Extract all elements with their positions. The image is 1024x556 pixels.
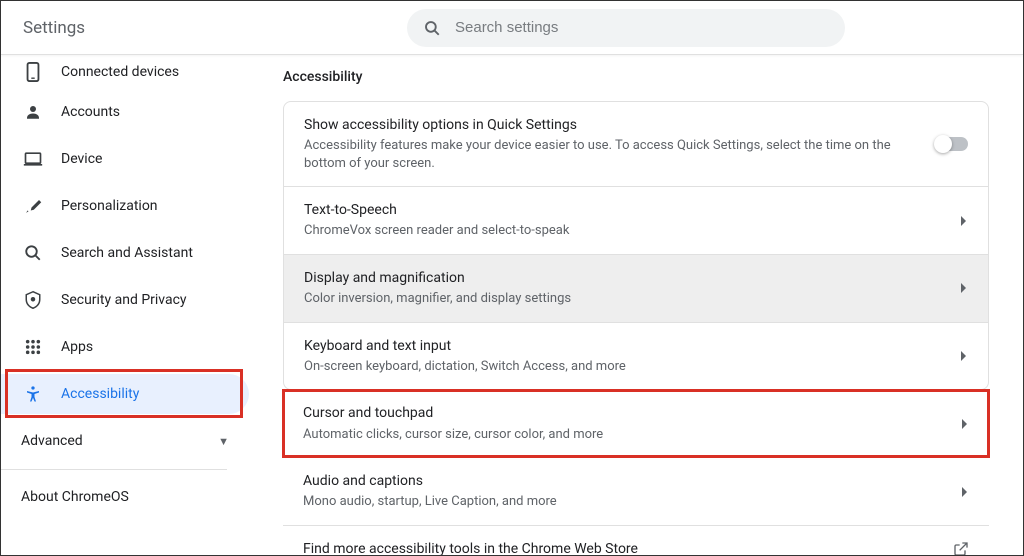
about-label: About ChromeOS [21,489,129,505]
chevron-down-icon: ▼ [218,435,229,448]
row-title: Keyboard and text input [304,337,944,355]
advanced-toggle[interactable]: Advanced ▼ [1,421,249,461]
person-icon [23,103,43,121]
sidebar-item-about[interactable]: About ChromeOS [1,477,243,517]
section-title: Accessibility [283,69,989,85]
sidebar-item-apps[interactable]: Apps [1,327,243,367]
row-quick-settings-toggle[interactable]: Show accessibility options in Quick Sett… [284,102,988,187]
sidebar-item-device[interactable]: Device [1,139,243,179]
sidebar-item-label: Apps [61,339,93,355]
settings-card: Show accessibility options in Quick Sett… [283,101,989,390]
chevron-right-icon [960,350,968,362]
laptop-icon [23,151,43,167]
row-subtitle: Mono audio, startup, Live Caption, and m… [303,493,945,511]
search-box[interactable] [407,9,845,47]
row-subtitle: Automatic clicks, cursor size, cursor co… [303,426,945,444]
accessibility-icon [23,385,43,403]
chevron-right-icon [960,282,968,294]
shield-icon [23,290,43,310]
row-text-to-speech[interactable]: Text-to-Speech ChromeVox screen reader a… [284,187,988,255]
row-title: Text-to-Speech [304,201,944,219]
page-title: Settings [23,18,85,38]
row-title: Cursor and touchpad [303,404,945,422]
advanced-label: Advanced [21,433,83,449]
row-title: Find more accessibility tools in the Chr… [303,540,937,555]
content: Accessibility Show accessibility options… [249,55,1023,555]
row-subtitle: Color inversion, magnifier, and display … [304,290,944,308]
row-display-magnification[interactable]: Display and magnification Color inversio… [284,255,988,323]
row-cursor-touchpad[interactable]: Cursor and touchpad Automatic clicks, cu… [283,390,989,458]
external-link-icon [953,541,969,555]
search-icon [23,244,43,262]
sidebar-item-label: Personalization [61,198,158,214]
row-web-store-link[interactable]: Find more accessibility tools in the Chr… [283,526,989,555]
sidebar-item-label: Security and Privacy [61,292,187,308]
sidebar-item-security[interactable]: Security and Privacy [1,280,243,320]
sidebar-item-accounts[interactable]: Accounts [1,92,243,132]
sidebar: Connected devices Accounts Device Person… [1,55,249,555]
sidebar-item-personalization[interactable]: Personalization [1,186,243,226]
row-audio-captions[interactable]: Audio and captions Mono audio, startup, … [283,458,989,526]
header: Settings [1,1,1023,55]
sidebar-item-label: Accessibility [61,386,139,402]
toggle-switch[interactable] [936,137,968,151]
search-icon [423,19,441,37]
toggle-knob [934,135,952,153]
sidebar-item-label: Search and Assistant [61,245,193,261]
row-subtitle: Accessibility features make your device … [304,137,920,172]
sidebar-item-label: Accounts [61,104,120,120]
row-subtitle: On-screen keyboard, dictation, Switch Ac… [304,358,944,376]
sidebar-item-label: Connected devices [61,64,179,80]
brush-icon [23,197,43,215]
chevron-right-icon [961,418,969,430]
apps-grid-icon [23,339,43,355]
sidebar-item-label: Device [61,151,102,167]
row-keyboard-text-input[interactable]: Keyboard and text input On-screen keyboa… [284,323,988,390]
search-input[interactable] [455,19,829,36]
row-title: Show accessibility options in Quick Sett… [304,116,920,134]
chevron-right-icon [960,215,968,227]
row-title: Display and magnification [304,269,944,287]
sidebar-item-search-assistant[interactable]: Search and Assistant [1,233,243,273]
sidebar-item-accessibility[interactable]: Accessibility [1,374,249,414]
row-subtitle: ChromeVox screen reader and select-to-sp… [304,222,944,240]
sidebar-item-connected-devices[interactable]: Connected devices [1,59,243,85]
phone-icon [23,62,43,82]
divider [1,469,227,470]
row-title: Audio and captions [303,472,945,490]
chevron-right-icon [961,486,969,498]
